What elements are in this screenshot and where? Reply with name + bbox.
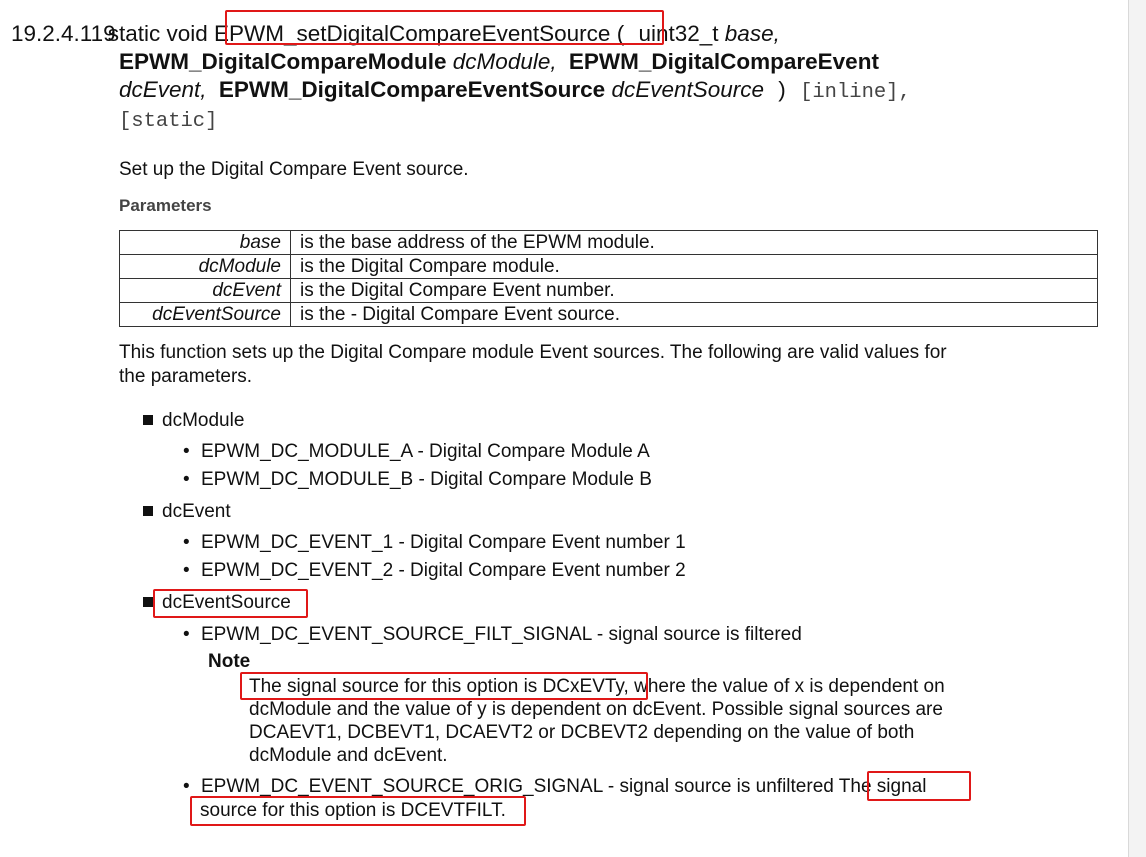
param-desc: is the Digital Compare module. xyxy=(290,254,1098,279)
bullet-icon: • xyxy=(183,441,190,462)
highlight-box-function-name xyxy=(225,10,664,45)
param-name: dcEvent xyxy=(119,278,291,303)
arg-name: base, xyxy=(724,21,780,46)
highlight-box-dceventsource xyxy=(153,589,308,618)
highlight-box-note xyxy=(240,672,648,700)
signature-line-4: [static] xyxy=(119,105,217,136)
arg-type: EPWM_DigitalCompareEvent xyxy=(568,49,879,74)
qualifier-static: [static] xyxy=(119,110,218,133)
list-item-text: EPWM_DC_EVENT_1 - Digital Compare Event … xyxy=(201,532,686,553)
list-item-label: dcEvent xyxy=(162,501,231,522)
table-row: base is the base address of the EPWM mod… xyxy=(119,230,1098,255)
note-text: dcModule and the value of y is dependent… xyxy=(249,699,943,720)
list-item: • EPWM_DC_MODULE_B - Digital Compare Modu… xyxy=(183,468,652,492)
function-summary: Set up the Digital Compare Event source. xyxy=(119,159,469,180)
highlight-box-signal xyxy=(867,771,971,801)
signature-line-3: dcEvent, EPWM_DigitalCompareEventSource … xyxy=(119,76,911,107)
bullet-icon: • xyxy=(183,624,190,645)
list-item-text: EPWM_DC_MODULE_B - Digital Compare Modul… xyxy=(201,469,652,490)
list-item: • EPWM_DC_EVENT_1 - Digital Compare Event… xyxy=(183,531,686,555)
section-number: 19.2.4.119 xyxy=(11,21,116,46)
arg-name: dcEvent, xyxy=(119,77,207,102)
note-text: DCAEVT1, DCBEVT1, DCAEVT2 or DCBEVT2 dep… xyxy=(249,722,915,743)
list-item-text: EPWM_DC_EVENT_SOURCE_ORIG_SIGNAL - signa… xyxy=(201,776,839,797)
param-desc: is the - Digital Compare Event source. xyxy=(290,302,1098,327)
bullet-icon: • xyxy=(183,469,190,490)
list-item: • EPWM_DC_EVENT_2 - Digital Compare Event… xyxy=(183,559,686,583)
list-item: • EPWM_DC_EVENT_SOURCE_FILT_SIGNAL - sign… xyxy=(183,623,802,647)
table-row: dcModule is the Digital Compare module. xyxy=(119,254,1098,279)
param-name: dcEventSource xyxy=(119,302,291,327)
param-desc: is the base address of the EPWM module. xyxy=(290,230,1098,255)
scrollbar[interactable] xyxy=(1128,0,1146,857)
table-row: dcEventSource is the - Digital Compare E… xyxy=(119,302,1098,327)
list-item: dcEvent xyxy=(143,500,231,524)
parameters-table: base is the base address of the EPWM mod… xyxy=(119,230,1098,327)
description-line: This function sets up the Digital Compar… xyxy=(119,342,947,363)
list-item-text: EPWM_DC_EVENT_SOURCE_FILT_SIGNAL - signa… xyxy=(201,624,802,645)
description-line: the parameters. xyxy=(119,366,253,387)
list-item-text: EPWM_DC_EVENT_2 - Digital Compare Event … xyxy=(201,560,686,581)
highlight-box-dcevtfilt xyxy=(190,796,526,826)
param-desc: is the Digital Compare Event number. xyxy=(290,278,1098,303)
list-item-label: dcModule xyxy=(162,410,245,431)
note-text: dcModule and dcEvent. xyxy=(249,745,448,766)
list-item: dcModule xyxy=(143,409,244,433)
qualifier-inline: [inline], xyxy=(800,81,911,104)
note-text-rest: where the value of x is dependent on xyxy=(628,676,945,697)
param-name: base xyxy=(119,230,291,255)
square-bullet-icon xyxy=(143,415,153,425)
return-type: static void xyxy=(107,21,208,46)
param-name: dcModule xyxy=(119,254,291,279)
square-bullet-icon xyxy=(143,597,153,607)
list-item-text: EPWM_DC_MODULE_A - Digital Compare Modul… xyxy=(201,441,650,462)
table-row: dcEvent is the Digital Compare Event num… xyxy=(119,278,1098,303)
close-paren: ) xyxy=(778,77,786,102)
square-bullet-icon xyxy=(143,506,153,516)
bullet-icon: • xyxy=(183,532,190,553)
arg-type: EPWM_DigitalCompareEventSource xyxy=(218,77,606,102)
list-item: • EPWM_DC_MODULE_A - Digital Compare Modu… xyxy=(183,440,650,464)
signature-line-2: EPWM_DigitalCompareModule dcModule, EPWM… xyxy=(119,48,879,76)
bullet-icon: • xyxy=(183,560,190,581)
arg-name: dcModule, xyxy=(452,49,557,74)
arg-name: dcEventSource xyxy=(611,77,765,102)
note-heading: Note xyxy=(208,651,251,672)
arg-type: EPWM_DigitalCompareModule xyxy=(119,49,447,74)
parameters-heading: Parameters xyxy=(119,196,212,215)
